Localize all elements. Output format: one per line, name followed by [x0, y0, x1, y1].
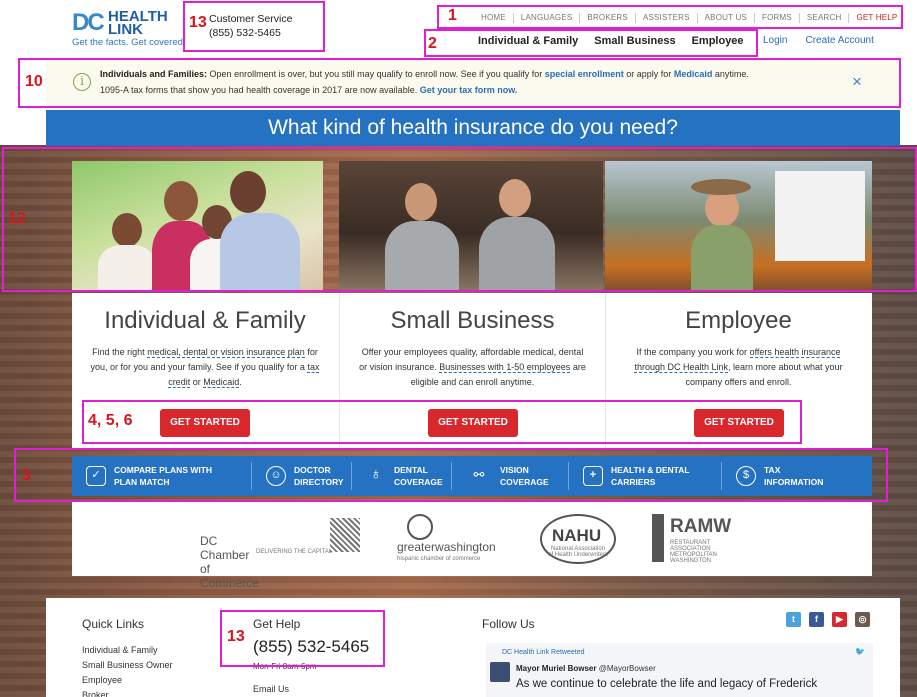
footer-link-employee[interactable]: Employee — [82, 673, 173, 688]
twitter-icon[interactable]: t — [786, 612, 801, 627]
logo-link: LINK — [108, 21, 143, 38]
login-link[interactable]: Login — [763, 35, 787, 46]
instagram-icon[interactable]: ◎ — [855, 612, 870, 627]
insurance-plan-link[interactable]: medical, dental or vision insurance plan — [147, 347, 305, 358]
quick-links-title: Quick Links — [82, 617, 145, 631]
dc-health-link-logo[interactable]: DC HEALTH LINK Get the facts. Get covered… — [72, 9, 186, 49]
annotation-number: 1 — [448, 7, 457, 24]
twitter-feed: DC Health Link Retweeted 🐦 Mayor Muriel … — [486, 643, 873, 697]
follow-us-title: Follow Us — [482, 617, 535, 631]
annotation-number: 13 — [189, 14, 207, 31]
card-desc-text: If the company you work for — [636, 347, 748, 357]
annotation-number: 3 — [22, 467, 31, 484]
card-title: Small Business — [390, 307, 555, 334]
annotation-number: 4, 5, 6 — [88, 412, 133, 429]
annotation-box-3 — [14, 448, 888, 502]
card-description: Find the right medical, dental or vision… — [90, 345, 320, 390]
footer-link-small-business[interactable]: Small Business Owner — [82, 658, 173, 673]
avatar[interactable] — [490, 662, 510, 682]
card-description: If the company you work for offers healt… — [624, 345, 854, 390]
annotation-number: 13 — [227, 628, 245, 645]
tweet-author: Mayor Muriel Bowser @MayorBowser — [516, 664, 656, 673]
partner-sub: National Association of Health Underwrit… — [548, 546, 608, 558]
footer-link-broker[interactable]: Broker — [82, 688, 173, 697]
logo-tagline: Get the facts. Get covered. — [72, 37, 186, 48]
annotation-number: 12 — [8, 210, 26, 227]
tweet-author-name[interactable]: Mayor Muriel Bowser — [516, 664, 596, 673]
annotation-box-4-5-6 — [82, 400, 802, 444]
twitter-bird-icon: 🐦 — [855, 647, 865, 656]
card-desc-text: Find the right — [92, 347, 145, 357]
medicaid-card-link[interactable]: Medicaid — [203, 377, 240, 388]
card-title: Employee — [685, 307, 792, 334]
hero-title: What kind of health insurance do you nee… — [46, 110, 900, 146]
email-us-link[interactable]: Email Us — [253, 682, 369, 697]
tweet-text: As we continue to celebrate the life and… — [516, 678, 818, 690]
tweet-handle: @MayorBowser — [598, 664, 656, 673]
partner-name: NAHU — [552, 526, 602, 545]
card-title: Individual & Family — [104, 307, 306, 334]
partner-name: DC Chamber of Commerce — [200, 534, 259, 590]
partner-sub: DELIVERING THE CAPITAL — [256, 549, 333, 555]
annotation-box-12 — [2, 147, 917, 292]
annotation-box-2 — [424, 29, 758, 57]
card-desc-text: or — [192, 377, 201, 387]
partner-sub: RESTAURANT ASSOCIATION METROPOLITAN WASH… — [670, 540, 717, 564]
partner-name: RAMW — [670, 516, 732, 537]
partner-name: greaterwashington — [397, 540, 496, 554]
logo-dc: DC — [72, 9, 105, 36]
eligible-businesses-link[interactable]: Businesses with 1-50 employees — [439, 362, 571, 373]
annotation-box-1 — [437, 5, 903, 29]
follow-us: Follow Us — [482, 598, 535, 631]
create-account-link[interactable]: Create Account — [805, 35, 873, 46]
partner-logos: DC Chamber of Commerce DELIVERING THE CA… — [72, 500, 872, 590]
logo-wordmark: HEALTH LINK — [108, 9, 168, 38]
partner-sub: hispanic chamber of commerce — [397, 556, 481, 562]
annotation-box-10 — [18, 58, 901, 108]
facebook-icon[interactable]: f — [809, 612, 824, 627]
annotation-number: 2 — [428, 35, 437, 52]
site-footer: Quick Links Individual & Family Small Bu… — [46, 598, 900, 697]
annotation-number: 10 — [25, 73, 43, 90]
youtube-icon[interactable]: ▶ — [832, 612, 847, 627]
retweet-label: DC Health Link Retweeted — [502, 649, 585, 656]
card-desc-text: . — [239, 377, 242, 387]
account-links: Login Create Account — [763, 35, 874, 46]
footer-link-individual[interactable]: Individual & Family — [82, 643, 173, 658]
quick-links: Quick Links Individual & Family Small Bu… — [82, 598, 173, 697]
card-description: Offer your employees quality, affordable… — [358, 345, 588, 390]
social-icons: t f ▶ ◎ — [786, 612, 870, 627]
